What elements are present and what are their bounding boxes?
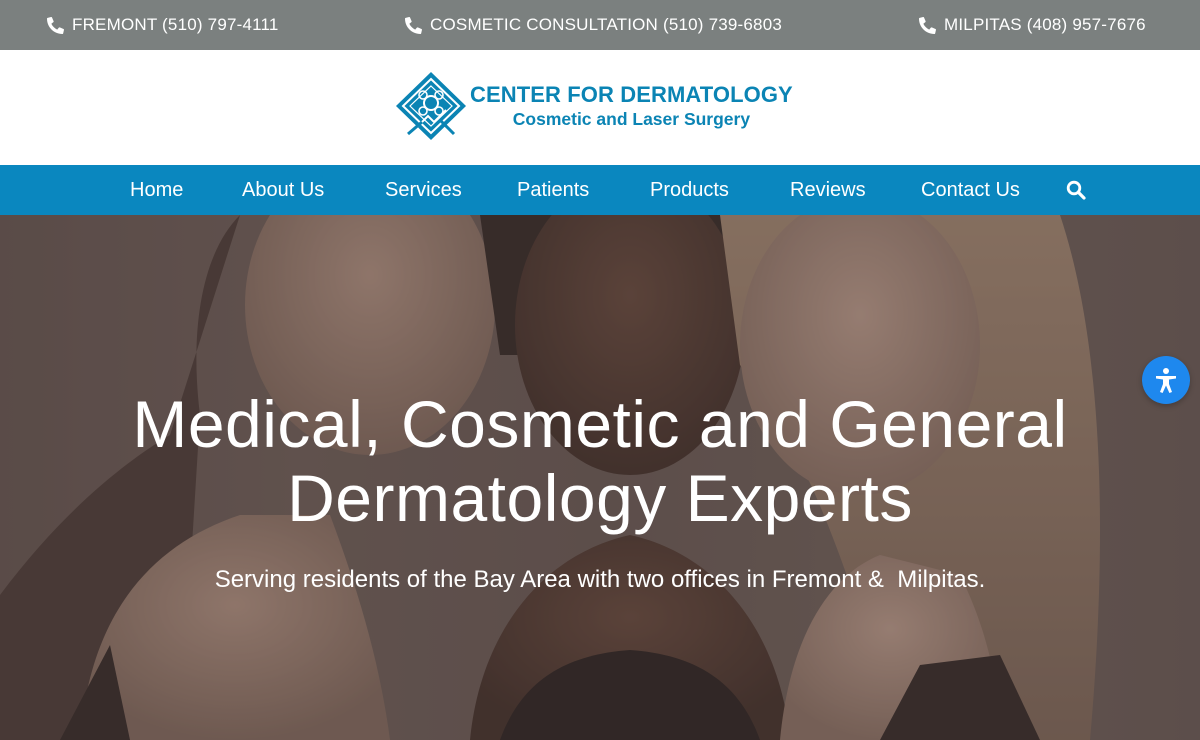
hero-heading: Medical, Cosmetic and General Dermatolog… — [0, 387, 1200, 535]
search-button[interactable] — [1066, 180, 1086, 200]
phone-icon — [919, 16, 936, 34]
phone-icon — [47, 16, 64, 34]
main-navigation: Home About Us Services Patients Products… — [0, 165, 1200, 215]
hero-section: Medical, Cosmetic and General Dermatolog… — [0, 215, 1200, 740]
logo-emblem-icon — [396, 72, 466, 140]
hero-heading-line-1: Medical, Cosmetic and General — [132, 387, 1068, 461]
accessibility-icon — [1156, 368, 1176, 393]
cosmetic-consultation-phone-label: COSMETIC CONSULTATION (510) 739-6803 — [430, 15, 783, 34]
nav-item-patients[interactable]: Patients — [517, 165, 589, 215]
nav-item-reviews[interactable]: Reviews — [790, 165, 866, 215]
hero-subheading: Serving residents of the Bay Area with t… — [214, 566, 986, 593]
accessibility-button[interactable] — [1142, 356, 1190, 404]
logo-text: CENTER FOR DERMATOLOGY Cosmetic and Lase… — [470, 82, 793, 130]
top-contact-bar: FREMONT (510) 797-4111 COSMETIC CONSULTA… — [0, 0, 1200, 50]
fremont-phone-label: FREMONT (510) 797-4111 — [72, 15, 279, 34]
cosmetic-consultation-phone-link[interactable]: COSMETIC CONSULTATION (510) 739-6803 — [405, 13, 782, 37]
nav-item-about-us[interactable]: About Us — [242, 165, 324, 215]
logo-title: CENTER FOR DERMATOLOGY — [470, 82, 793, 107]
search-icon — [1066, 180, 1086, 200]
hero-heading-line-2: Dermatology Experts — [287, 461, 913, 535]
milpitas-phone-link[interactable]: MILPITAS (408) 957-7676 — [919, 13, 1146, 37]
phone-icon — [405, 16, 422, 34]
nav-item-services[interactable]: Services — [385, 165, 462, 215]
nav-item-contact-us[interactable]: Contact Us — [921, 165, 1020, 215]
logo-subtitle: Cosmetic and Laser Surgery — [512, 109, 751, 129]
nav-item-products[interactable]: Products — [650, 165, 729, 215]
milpitas-phone-label: MILPITAS (408) 957-7676 — [944, 15, 1146, 34]
site-header: CENTER FOR DERMATOLOGY Cosmetic and Lase… — [0, 50, 1200, 165]
fremont-phone-link[interactable]: FREMONT (510) 797-4111 — [47, 13, 279, 37]
site-logo-link[interactable]: CENTER FOR DERMATOLOGY Cosmetic and Lase… — [394, 70, 814, 142]
nav-item-home[interactable]: Home — [130, 165, 183, 215]
